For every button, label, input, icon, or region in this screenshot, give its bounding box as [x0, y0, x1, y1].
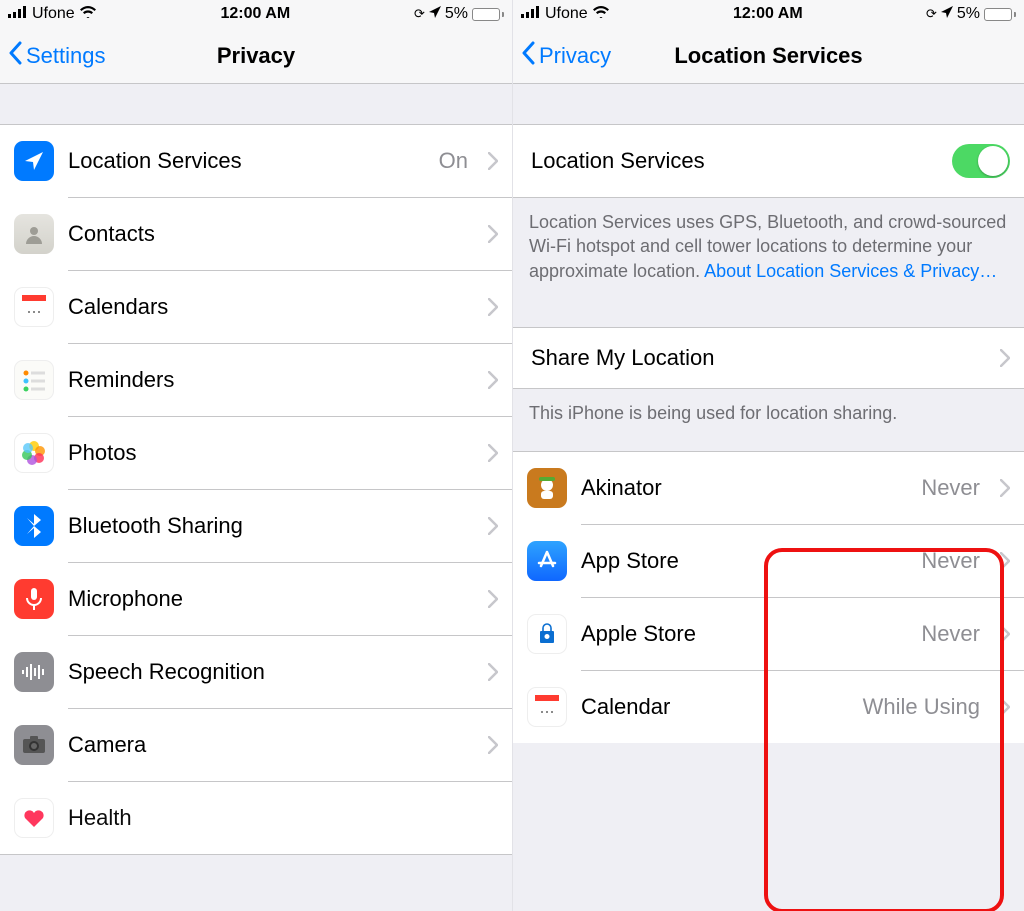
- row-calendars[interactable]: Calendars: [0, 271, 512, 343]
- orientation-lock-icon: ⟳: [926, 6, 937, 22]
- row-share-my-location[interactable]: Share My Location: [513, 328, 1024, 388]
- location-icon: [14, 141, 54, 181]
- row-label: Reminders: [68, 367, 474, 393]
- calendar-icon: [14, 287, 54, 327]
- chevron-right-icon: [488, 517, 498, 535]
- row-label: Calendars: [68, 294, 474, 320]
- chevron-right-icon: [1000, 349, 1010, 367]
- row-value: On: [439, 148, 468, 174]
- row-reminders[interactable]: Reminders: [0, 344, 512, 416]
- row-label: App Store: [581, 548, 907, 574]
- signal-bars-icon: [8, 5, 28, 23]
- calendar-app-icon: [527, 687, 567, 727]
- app-row-calendar[interactable]: Calendar While Using: [513, 671, 1024, 743]
- master-explain-text: Location Services uses GPS, Bluetooth, a…: [513, 198, 1024, 297]
- chevron-right-icon: [1000, 625, 1010, 643]
- row-value: Never: [921, 475, 980, 501]
- master-toggle-label: Location Services: [531, 148, 938, 174]
- share-footer-text: This iPhone is being used for location s…: [513, 389, 1024, 439]
- wifi-icon: [79, 5, 97, 23]
- master-toggle-row: Location Services: [513, 125, 1024, 197]
- nav-bar: Privacy Location Services: [513, 28, 1024, 84]
- row-label: Akinator: [581, 475, 907, 501]
- chevron-right-icon: [488, 736, 498, 754]
- wifi-icon: [592, 5, 610, 23]
- akinator-icon: [527, 468, 567, 508]
- battery-pct-label: 5%: [957, 5, 980, 23]
- back-label: Settings: [26, 43, 106, 69]
- health-icon: [14, 798, 54, 838]
- row-contacts[interactable]: Contacts: [0, 198, 512, 270]
- row-speech-recognition[interactable]: Speech Recognition: [0, 636, 512, 708]
- location-services-pane: Ufone 12:00 AM ⟳ 5% Privacy Location S: [512, 0, 1024, 911]
- clock-label: 12:00 AM: [733, 5, 803, 23]
- signal-bars-icon: [521, 5, 541, 23]
- page-title: Privacy: [217, 43, 295, 69]
- battery-icon: [984, 8, 1016, 21]
- app-row-app-store[interactable]: App Store Never: [513, 525, 1024, 597]
- row-label: Calendar: [581, 694, 849, 720]
- chevron-right-icon: [488, 225, 498, 243]
- chevron-left-icon: [8, 41, 24, 71]
- app-row-apple-store[interactable]: Apple Store Never: [513, 598, 1024, 670]
- row-bluetooth-sharing[interactable]: Bluetooth Sharing: [0, 490, 512, 562]
- chevron-right-icon: [1000, 479, 1010, 497]
- chevron-right-icon: [488, 152, 498, 170]
- row-location-services[interactable]: Location Services On: [0, 125, 512, 197]
- carrier-label: Ufone: [545, 5, 588, 23]
- row-label: Contacts: [68, 221, 474, 247]
- chevron-right-icon: [488, 590, 498, 608]
- bluetooth-icon: [14, 506, 54, 546]
- battery-icon: [472, 8, 504, 21]
- contacts-icon: [14, 214, 54, 254]
- app-row-akinator[interactable]: Akinator Never: [513, 452, 1024, 524]
- nav-bar: Settings Privacy: [0, 28, 512, 84]
- chevron-right-icon: [488, 663, 498, 681]
- location-arrow-icon: [429, 5, 441, 23]
- reminders-icon: [14, 360, 54, 400]
- row-microphone[interactable]: Microphone: [0, 563, 512, 635]
- row-label: Photos: [68, 440, 474, 466]
- chevron-right-icon: [488, 444, 498, 462]
- microphone-icon: [14, 579, 54, 619]
- row-label: Health: [68, 805, 498, 831]
- photos-icon: [14, 433, 54, 473]
- row-label: Speech Recognition: [68, 659, 474, 685]
- row-photos[interactable]: Photos: [0, 417, 512, 489]
- location-services-toggle[interactable]: [952, 144, 1010, 178]
- waveform-icon: [14, 652, 54, 692]
- chevron-right-icon: [1000, 698, 1010, 716]
- row-value: Never: [921, 621, 980, 647]
- row-value: Never: [921, 548, 980, 574]
- row-camera[interactable]: Camera: [0, 709, 512, 781]
- row-label: Camera: [68, 732, 474, 758]
- status-bar: Ufone 12:00 AM ⟳ 5%: [513, 0, 1024, 28]
- location-arrow-icon: [941, 5, 953, 23]
- row-health[interactable]: Health: [0, 782, 512, 854]
- chevron-left-icon: [521, 41, 537, 71]
- row-label: Share My Location: [531, 345, 986, 371]
- carrier-label: Ufone: [32, 5, 75, 23]
- status-bar: Ufone 12:00 AM ⟳ 5%: [0, 0, 512, 28]
- back-button[interactable]: Privacy: [521, 41, 611, 71]
- row-label: Microphone: [68, 586, 474, 612]
- battery-pct-label: 5%: [445, 5, 468, 23]
- row-label: Location Services: [68, 148, 425, 174]
- chevron-right-icon: [488, 298, 498, 316]
- back-label: Privacy: [539, 43, 611, 69]
- back-button[interactable]: Settings: [8, 41, 106, 71]
- chevron-right-icon: [488, 371, 498, 389]
- about-location-privacy-link[interactable]: About Location Services & Privacy…: [704, 261, 997, 281]
- apple-store-icon: [527, 614, 567, 654]
- row-value: While Using: [863, 694, 980, 720]
- chevron-right-icon: [1000, 552, 1010, 570]
- privacy-pane: Ufone 12:00 AM ⟳ 5% Settings Privacy: [0, 0, 512, 911]
- orientation-lock-icon: ⟳: [414, 6, 425, 22]
- row-label: Bluetooth Sharing: [68, 513, 474, 539]
- page-title: Location Services: [674, 43, 862, 69]
- clock-label: 12:00 AM: [221, 5, 291, 23]
- camera-icon: [14, 725, 54, 765]
- app-store-icon: [527, 541, 567, 581]
- row-label: Apple Store: [581, 621, 907, 647]
